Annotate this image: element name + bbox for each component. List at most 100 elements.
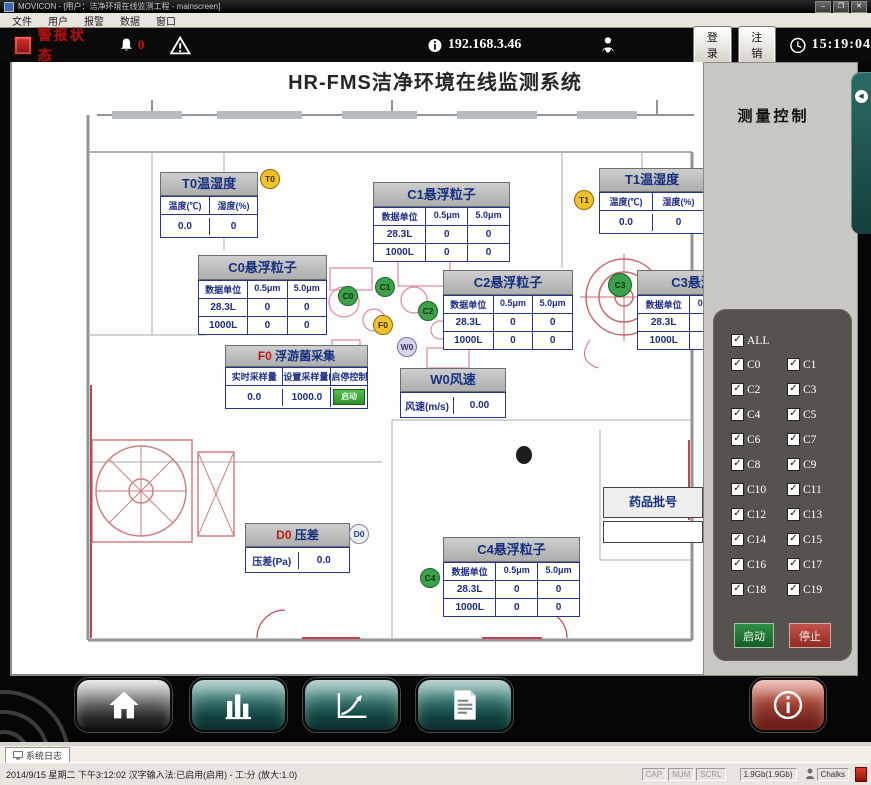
menu-file[interactable]: 文件 [4, 13, 40, 28]
column-blob [516, 446, 532, 464]
report-icon [451, 689, 479, 721]
clock-icon [790, 37, 806, 54]
checkbox-checked-icon[interactable]: ✓ [731, 483, 744, 496]
nav-trend-button[interactable] [303, 678, 400, 732]
checkbox-checked-icon[interactable]: ✓ [787, 508, 800, 521]
channel-checkbox-C16[interactable]: ✓C16 [731, 557, 787, 572]
system-log-tab[interactable]: 系统日志 [5, 747, 70, 762]
channel-checkbox-C12[interactable]: ✓C12 [731, 507, 787, 522]
channel-checkbox-C17[interactable]: ✓C17 [787, 557, 822, 572]
marker-t0[interactable]: T0 [260, 169, 280, 189]
checkbox-checked-icon[interactable]: ✓ [731, 533, 744, 546]
channel-checkbox-C8[interactable]: ✓C8 [731, 457, 787, 472]
panel-batch: 药品批号 [603, 487, 703, 543]
channel-checkbox-C15[interactable]: ✓C15 [787, 532, 822, 547]
checkbox-checked-icon[interactable]: ✓ [787, 433, 800, 446]
nav-barchart-button[interactable] [190, 678, 287, 732]
collapse-arrow-icon[interactable]: ◀ [855, 90, 868, 103]
checkbox-checked-icon[interactable]: ✓ [787, 383, 800, 396]
checkbox-checked-icon[interactable]: ✓ [787, 583, 800, 596]
checkbox-checked-icon[interactable]: ✓ [787, 458, 800, 471]
menu-data[interactable]: 数据 [112, 13, 148, 28]
marker-d0[interactable]: D0 [349, 524, 369, 544]
d0-value: 0.0 [298, 552, 350, 569]
channel-label: C3 [803, 384, 816, 396]
marker-c3[interactable]: C3 [608, 273, 632, 297]
checkbox-checked-icon[interactable]: ✓ [731, 408, 744, 421]
t0-col-temp: 温度(℃) [161, 197, 209, 214]
marker-t1[interactable]: T1 [574, 190, 594, 210]
marker-c1[interactable]: C1 [375, 277, 395, 297]
logout-button[interactable]: 注销 [738, 26, 776, 64]
login-button[interactable]: 登录 [693, 26, 731, 64]
channel-checkbox-C18[interactable]: ✓C18 [731, 582, 787, 597]
close-button[interactable]: ✕ [851, 1, 867, 13]
batch-number-input[interactable] [603, 521, 703, 543]
t1-col-hum: 湿度(%) [652, 193, 704, 210]
checkbox-checked-icon[interactable]: ✓ [731, 383, 744, 396]
channel-checkbox-C6[interactable]: ✓C6 [731, 432, 787, 447]
marker-f0[interactable]: F0 [373, 315, 393, 335]
stop-button[interactable]: 停止 [789, 623, 831, 648]
channel-checkbox-C7[interactable]: ✓C7 [787, 432, 822, 447]
alarm-box-icon [14, 36, 32, 55]
channel-checkbox-C5[interactable]: ✓C5 [787, 407, 822, 422]
marker-c4[interactable]: C4 [420, 568, 440, 588]
checkbox-checked-icon[interactable]: ✓ [787, 358, 800, 371]
checkbox-checked-icon[interactable]: ✓ [787, 408, 800, 421]
nav-report-button[interactable] [416, 678, 513, 732]
start-button[interactable]: 启动 [734, 623, 774, 648]
minimize-button[interactable]: – [815, 1, 831, 13]
panel-d0-title: D0 压差 [245, 523, 350, 547]
channel-checkbox-C4[interactable]: ✓C4 [731, 407, 787, 422]
marker-w0[interactable]: W0 [397, 337, 417, 357]
channel-label: C14 [747, 534, 766, 546]
f0-actual-sample: 0.0 [226, 389, 282, 406]
ip-address: 192.168.3.46 [448, 37, 522, 53]
checkbox-checked-icon[interactable]: ✓ [787, 558, 800, 571]
checkbox-checked-icon[interactable]: ✓ [731, 358, 744, 371]
panel-f0: F0 浮游菌采集 实时采样量 设置采样量L 启停控制 0.0 1000.0 启动 [225, 345, 368, 409]
channel-checkbox-C1[interactable]: ✓C1 [787, 357, 822, 372]
channel-label: C1 [803, 359, 816, 371]
panel-w0: W0风速 风速(m/s) 0.00 [400, 368, 506, 418]
status-user-name: Chalks [817, 768, 849, 781]
channel-label: C5 [803, 409, 816, 421]
channel-checkbox-C3[interactable]: ✓C3 [787, 382, 822, 397]
channel-checkbox-ALL[interactable]: ✓ ALL [731, 333, 769, 348]
t1-temp-value: 0.0 [600, 214, 652, 231]
maximize-button[interactable]: ❐ [833, 1, 849, 13]
num-lock-indicator: NUM [668, 768, 694, 781]
status-message: 2014/9/15 星期二 下午3:12:02 汉字输入法:已启用(启用) - … [6, 768, 640, 781]
channel-label: C7 [803, 434, 816, 446]
f0-start-stop-button[interactable]: 启动 [333, 389, 365, 405]
marker-c2[interactable]: C2 [418, 301, 438, 321]
checkbox-checked-icon[interactable]: ✓ [731, 583, 744, 596]
alarm-status-label: 警报状态 [38, 25, 97, 65]
channel-checkbox-C0[interactable]: ✓C0 [731, 357, 787, 372]
t0-col-hum: 湿度(%) [209, 197, 257, 214]
checkbox-checked-icon[interactable]: ✓ [731, 334, 744, 347]
checkbox-checked-icon[interactable]: ✓ [731, 458, 744, 471]
nav-home-button[interactable] [75, 678, 172, 732]
checkbox-checked-icon[interactable]: ✓ [787, 483, 800, 496]
checkbox-checked-icon[interactable]: ✓ [787, 533, 800, 546]
menu-window[interactable]: 窗口 [148, 13, 184, 28]
marker-c0[interactable]: C0 [338, 286, 358, 306]
channel-label: C12 [747, 509, 766, 521]
checkbox-checked-icon[interactable]: ✓ [731, 558, 744, 571]
checkbox-checked-icon[interactable]: ✓ [731, 508, 744, 521]
channel-checkbox-C14[interactable]: ✓C14 [731, 532, 787, 547]
nav-info-button[interactable] [750, 678, 826, 732]
checkbox-checked-icon[interactable]: ✓ [731, 433, 744, 446]
channel-checkbox-C13[interactable]: ✓C13 [787, 507, 822, 522]
channel-checkbox-C11[interactable]: ✓C11 [787, 482, 822, 497]
bell-icon[interactable] [119, 37, 134, 54]
channel-checkbox-C2[interactable]: ✓C2 [731, 382, 787, 397]
panel-c1: C1悬浮粒子 数据单位 0.5μm 5.0μm 28.3L 0 0 1000L … [373, 182, 510, 262]
channel-checkbox-C19[interactable]: ✓C19 [787, 582, 822, 597]
channel-checkbox-C10[interactable]: ✓C10 [731, 482, 787, 497]
sidebar-title: 测量控制 [704, 105, 843, 126]
sidebar-collapse-tab[interactable]: ◀ [851, 72, 871, 234]
channel-checkbox-C9[interactable]: ✓C9 [787, 457, 822, 472]
